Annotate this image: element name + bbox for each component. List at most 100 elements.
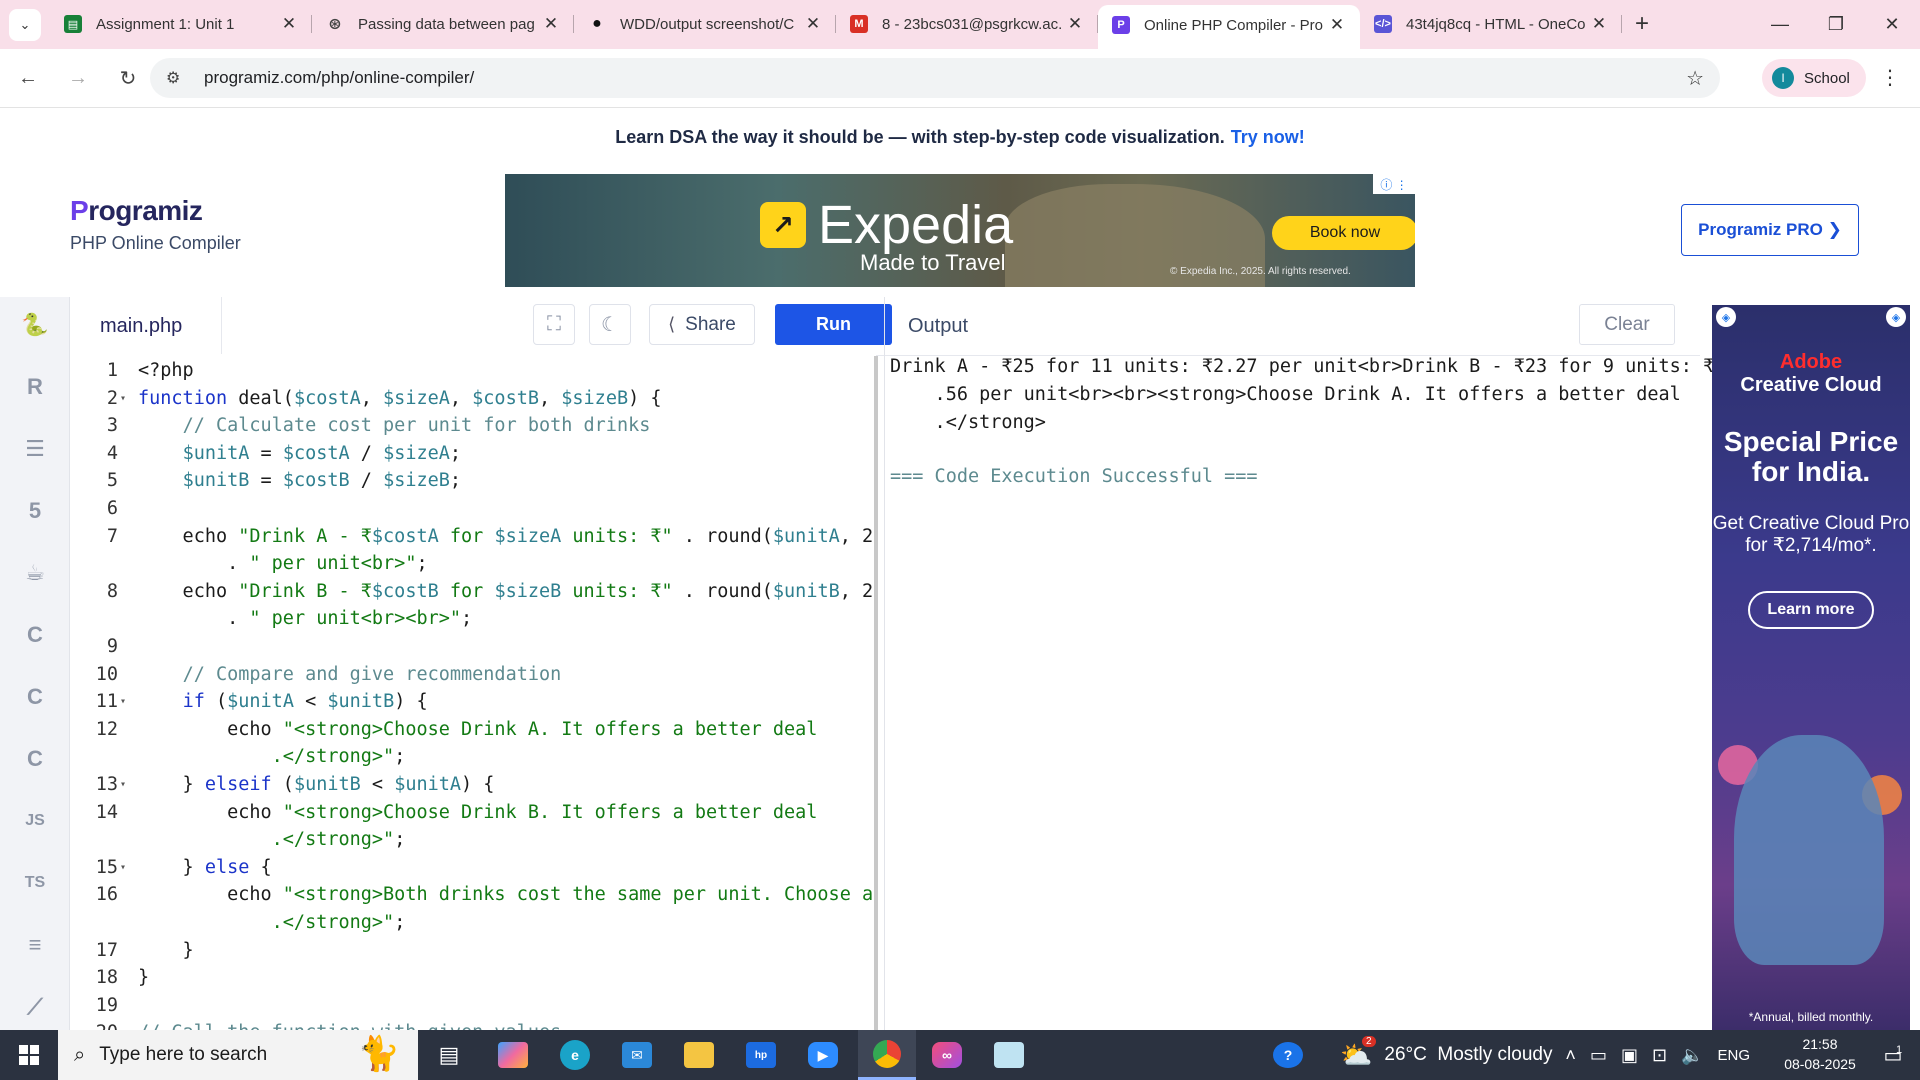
- reload-button[interactable]: ↻: [106, 58, 150, 98]
- code-line: 11 ▾ if ($unitA < $unitB) {: [70, 688, 876, 715]
- close-tab-icon[interactable]: ✕: [542, 14, 560, 34]
- tab-search-button[interactable]: ⌄: [0, 0, 50, 49]
- adobe-ad-banner[interactable]: ◈ ◈ Adobe Creative Cloud Special Price f…: [1712, 305, 1910, 1030]
- code-line: 3 // Calculate cost per unit for both dr…: [70, 412, 876, 439]
- code-editor[interactable]: 1 <?php 2 ▾ function deal($costA, $sizeA, $c…: [70, 354, 876, 1030]
- code-text: } elseif ($unitB < $unitA) {: [138, 774, 495, 795]
- programiz-pro-button[interactable]: Programiz PRO ❯: [1681, 204, 1859, 256]
- language-indicator[interactable]: ENG: [1717, 1047, 1750, 1064]
- ad-close-icon[interactable]: ◈: [1886, 307, 1906, 327]
- avatar: I: [1772, 67, 1794, 89]
- close-tab-icon[interactable]: ✕: [1328, 15, 1346, 35]
- csharp-icon[interactable]: C: [17, 741, 53, 777]
- minimize-button[interactable]: —: [1752, 0, 1808, 49]
- network-icon[interactable]: ⊡: [1652, 1045, 1667, 1066]
- weather-widget[interactable]: ⛅ 2 26°C Mostly cloudy: [1340, 1030, 1552, 1080]
- file-explorer-button[interactable]: [672, 1030, 726, 1080]
- copilot-icon: [498, 1042, 528, 1068]
- ad-book-now-button[interactable]: Book now: [1272, 216, 1415, 250]
- close-window-button[interactable]: ✕: [1864, 0, 1920, 49]
- code-text: . " per unit<br><br>";: [138, 608, 473, 630]
- ad-brand: Expedia: [818, 195, 1014, 255]
- profile-button[interactable]: I School: [1762, 59, 1866, 97]
- site-brand[interactable]: Programiz PHP Online Compiler: [70, 195, 241, 254]
- close-tab-icon[interactable]: ✕: [1590, 14, 1608, 34]
- browser-tab[interactable]: M 8 - 23bcs031@psgrkcw.ac. ✕: [836, 4, 1098, 44]
- editor-scrollbar[interactable]: [874, 356, 878, 1030]
- mail-button[interactable]: ✉: [610, 1030, 664, 1080]
- creative-cloud-button[interactable]: ∞: [920, 1030, 974, 1080]
- cpp-icon[interactable]: C: [17, 679, 53, 715]
- language-sidebar: 🐍 R ☰ 5 ☕ C C C JS TS ≡ ⟋: [0, 297, 70, 1030]
- pane-divider[interactable]: [884, 297, 885, 1030]
- python-icon[interactable]: 🐍: [17, 307, 53, 343]
- volume-icon[interactable]: 🔈: [1681, 1045, 1703, 1066]
- help-button[interactable]: ?: [1261, 1030, 1315, 1080]
- run-button[interactable]: Run: [775, 304, 892, 345]
- myhp-button[interactable]: hp: [734, 1030, 788, 1080]
- meet-now-icon[interactable]: ▣: [1621, 1045, 1638, 1066]
- code-line: 9: [70, 633, 876, 660]
- browser-tab[interactable]: ⊛ Passing data between pag ✕: [312, 4, 574, 44]
- zoom-button[interactable]: ▶: [796, 1030, 850, 1080]
- url-text: programiz.com/php/online-compiler/: [204, 68, 475, 87]
- bookmark-star-icon[interactable]: ☆: [1686, 66, 1704, 91]
- output-line: .</strong>: [890, 412, 1046, 433]
- programiz-logo[interactable]: Programiz: [70, 195, 241, 227]
- chrome-icon: [873, 1039, 901, 1068]
- notification-center-button[interactable]: ▭ 1: [1866, 1030, 1920, 1080]
- chrome-button[interactable]: [858, 1030, 916, 1080]
- swift-icon[interactable]: ⟋: [17, 989, 53, 1025]
- clear-button[interactable]: Clear: [1579, 304, 1675, 345]
- close-tab-icon[interactable]: ✕: [280, 14, 298, 34]
- copilot-button[interactable]: [486, 1030, 540, 1080]
- java-icon[interactable]: ☕: [17, 555, 53, 591]
- task-view-button[interactable]: ▤: [422, 1030, 476, 1080]
- browser-tab[interactable]: ● WDD/output screenshot/C ✕: [574, 4, 836, 44]
- fullscreen-button[interactable]: ⛶: [533, 304, 575, 345]
- file-tab[interactable]: main.php: [70, 297, 222, 356]
- promo-link[interactable]: Try now!: [1231, 127, 1305, 148]
- start-button[interactable]: [0, 1030, 58, 1080]
- code-line: . " per unit<br><br>";: [70, 605, 876, 632]
- code-text: }: [138, 939, 194, 961]
- ad-info-icon[interactable]: ⓘ ⋮: [1373, 174, 1415, 194]
- battery-icon[interactable]: ▭: [1590, 1045, 1607, 1066]
- ts-icon[interactable]: TS: [17, 865, 53, 901]
- taskbar-clock[interactable]: 21:58 08-08-2025: [1770, 1034, 1870, 1074]
- logo-text: rogramiz: [88, 195, 203, 226]
- browser-tab[interactable]: </> 43t4jq8cq - HTML - OneCo ✕: [1360, 4, 1622, 44]
- html5-icon[interactable]: 5: [17, 493, 53, 529]
- notepad-button[interactable]: [982, 1030, 1036, 1080]
- theme-toggle-button[interactable]: ☾: [589, 304, 631, 345]
- maximize-button[interactable]: ❐: [1808, 0, 1864, 49]
- edge-button[interactable]: e: [548, 1030, 602, 1080]
- fold-toggle-icon[interactable]: ▾: [120, 854, 126, 881]
- weather-text: 26°C Mostly cloudy: [1384, 1044, 1553, 1065]
- go-icon[interactable]: ≡: [17, 927, 53, 963]
- ad-choices-icon[interactable]: ◈: [1716, 307, 1736, 327]
- forward-button[interactable]: →: [56, 58, 100, 98]
- close-tab-icon[interactable]: ✕: [804, 14, 822, 34]
- expedia-ad-banner[interactable]: ↗ Expedia Made to Travel Book now © Expe…: [505, 174, 1415, 287]
- fold-toggle-icon[interactable]: ▾: [120, 688, 126, 715]
- ad-learn-more-button[interactable]: Learn more: [1748, 591, 1874, 629]
- new-tab-button[interactable]: +: [1622, 4, 1662, 44]
- back-button[interactable]: ←: [6, 58, 50, 98]
- fold-toggle-icon[interactable]: ▾: [120, 771, 126, 798]
- browser-menu-icon[interactable]: ⋮: [1880, 65, 1900, 90]
- database-icon[interactable]: ☰: [17, 431, 53, 467]
- taskbar-search[interactable]: ⌕ Type here to search 🐈: [58, 1030, 418, 1080]
- fold-toggle-icon[interactable]: ▾: [120, 385, 126, 412]
- search-highlight-icon[interactable]: 🐈: [358, 1034, 400, 1074]
- chevron-up-icon[interactable]: ˄: [1565, 1045, 1576, 1066]
- c-icon[interactable]: C: [17, 617, 53, 653]
- share-button[interactable]: ⟨ Share: [649, 304, 755, 345]
- site-info-icon[interactable]: ⚙: [166, 68, 190, 88]
- js-icon[interactable]: JS: [17, 803, 53, 839]
- browser-tab[interactable]: P Online PHP Compiler - Pro ✕: [1098, 5, 1360, 49]
- close-tab-icon[interactable]: ✕: [1066, 14, 1084, 34]
- browser-tab[interactable]: ▤ Assignment 1: Unit 1 ✕: [50, 4, 312, 44]
- r-icon[interactable]: R: [17, 369, 53, 405]
- address-bar[interactable]: ⚙ programiz.com/php/online-compiler/ ☆: [150, 58, 1720, 98]
